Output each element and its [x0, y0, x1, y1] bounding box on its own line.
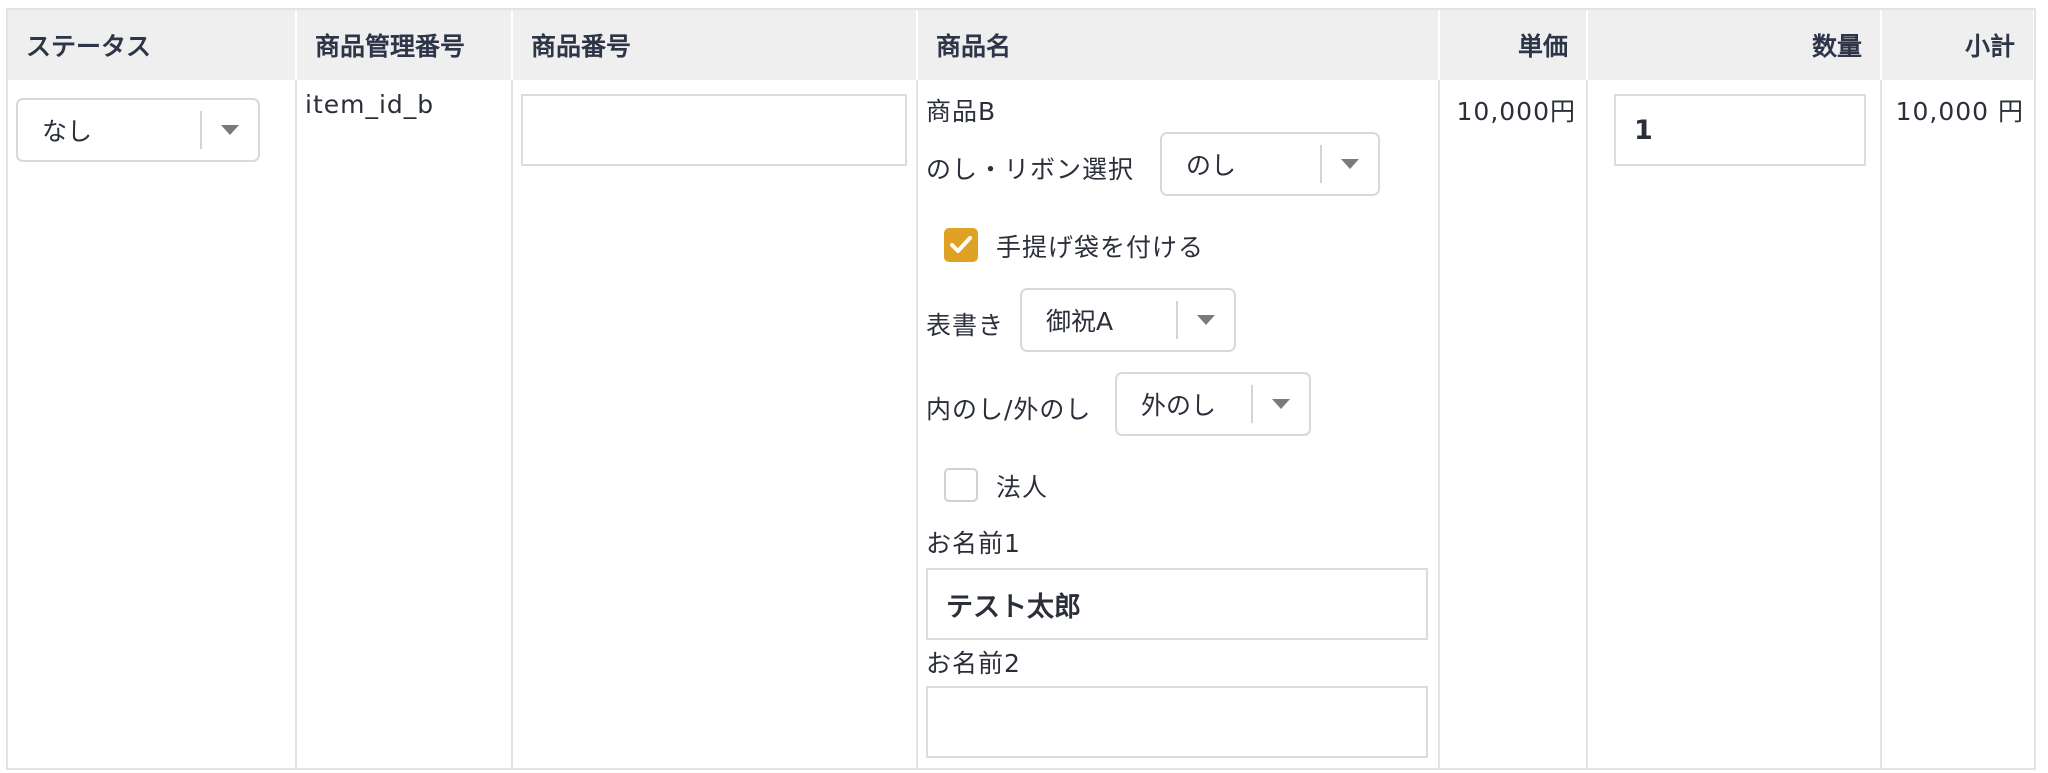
item-name: 商品B [926, 97, 997, 126]
uchi-soto-noshi-label: 内のし/外のし [926, 395, 1092, 424]
omotegaki-label: 表書き [926, 311, 1005, 340]
name2-label: お名前2 [926, 649, 1021, 678]
quantity-input[interactable]: 1 [1614, 94, 1866, 166]
header-status: ステータス [8, 10, 297, 80]
cell-item-name: 商品B のし・リボン選択 のし 手提げ袋を付ける 表書き 御祝A 内のし/外のし… [917, 80, 1440, 768]
header-item-number: 商品番号 [512, 10, 918, 80]
cell-status: なし [8, 80, 297, 768]
cell-item-number [512, 80, 918, 768]
noshi-ribbon-label: のし・リボン選択 [926, 155, 1135, 184]
checkmark-icon [950, 236, 972, 253]
table-row: なし item_id_b 商品B のし・リボン選択 のし 手提げ袋を付ける 表書… [8, 80, 2034, 768]
header-quantity: 数量 [1587, 10, 1882, 80]
tote-bag-label: 手提げ袋を付ける [996, 233, 1205, 262]
unit-price: 10,000円 [1456, 97, 1576, 126]
omotegaki-select-value: 御祝A [1046, 307, 1114, 336]
tote-bag-checkbox[interactable] [944, 228, 978, 262]
table-header-row: ステータス 商品管理番号 商品番号 商品名 単価 数量 小計 [8, 10, 2034, 80]
uchi-soto-noshi-select[interactable]: 外のし [1115, 372, 1311, 436]
cell-unit-price: 10,000円 [1439, 80, 1588, 768]
status-select-value: なし [42, 117, 93, 146]
header-item-name: 商品名 [917, 10, 1440, 80]
noshi-ribbon-select-value: のし [1186, 151, 1237, 180]
omotegaki-select[interactable]: 御祝A [1020, 288, 1236, 352]
name2-input[interactable] [926, 686, 1428, 758]
corporate-checkbox[interactable] [944, 468, 978, 502]
header-item-management-number: 商品管理番号 [296, 10, 513, 80]
header-unit-price: 単価 [1439, 10, 1588, 80]
corporate-label: 法人 [996, 473, 1049, 502]
order-items-table-frame: ステータス 商品管理番号 商品番号 商品名 単価 数量 小計 なし item_i… [6, 8, 2036, 770]
cell-item-management-number: item_id_b [296, 80, 513, 768]
order-items-table: ステータス 商品管理番号 商品番号 商品名 単価 数量 小計 なし item_i… [8, 10, 2034, 768]
header-subtotal: 小計 [1881, 10, 2034, 80]
name1-label: お名前1 [926, 529, 1021, 558]
cell-subtotal: 10,000 円 [1881, 80, 2034, 768]
chevron-down-icon [202, 125, 258, 135]
item-number-input[interactable] [521, 94, 907, 166]
chevron-down-icon [1178, 315, 1234, 325]
noshi-ribbon-select[interactable]: のし [1160, 132, 1380, 196]
status-select[interactable]: なし [16, 98, 260, 162]
subtotal: 10,000 円 [1895, 97, 2024, 126]
uchi-soto-noshi-select-value: 外のし [1141, 391, 1217, 420]
name1-input[interactable]: テスト太郎 [926, 568, 1428, 640]
chevron-down-icon [1253, 399, 1309, 409]
chevron-down-icon [1322, 159, 1378, 169]
item-management-number: item_id_b [305, 90, 435, 119]
cell-quantity: 1 [1587, 80, 1882, 768]
